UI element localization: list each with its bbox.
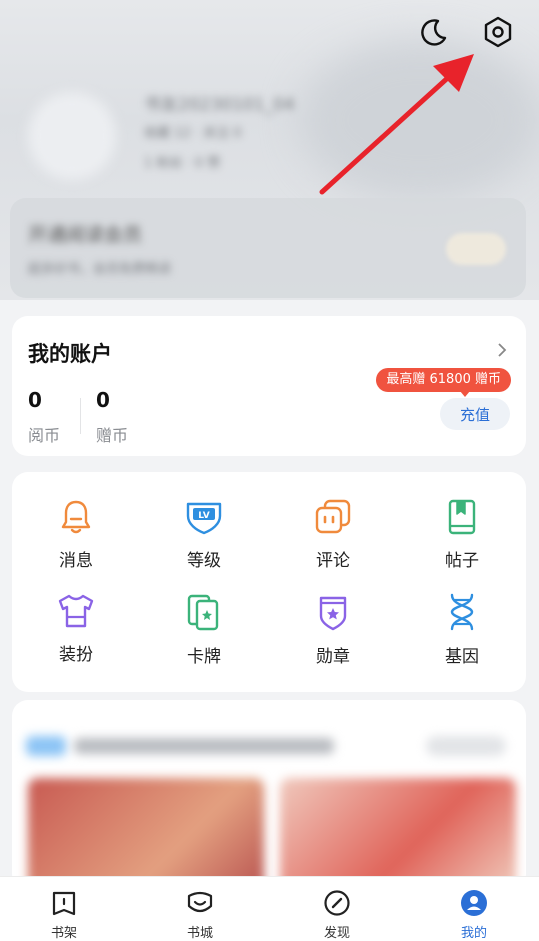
- user-info-blurred: 收藏 12 · 关注 0: [144, 126, 242, 141]
- card-icon: [184, 592, 224, 632]
- gift-coins-balance[interactable]: 0 赠币: [96, 388, 128, 446]
- moon-icon[interactable]: [414, 12, 454, 52]
- grid-label: 勋章: [316, 647, 350, 667]
- post-book-icon: [442, 498, 482, 536]
- feature-grid: 消息 LV 等级 评论 帖子 装扮 卡牌 勋章 基因: [12, 472, 526, 692]
- read-coins-label: 阅币: [28, 426, 61, 445]
- gift-coins-label: 赠币: [96, 426, 129, 445]
- bookstore-icon: [184, 887, 216, 919]
- blurred-tag: [26, 736, 66, 756]
- grid-item-messages[interactable]: 消息: [12, 472, 140, 571]
- blurred-banner-right[interactable]: [280, 778, 516, 890]
- recommendation-section-blurred: [12, 700, 526, 890]
- promo-badge-tail: [460, 391, 470, 397]
- level-shield-icon: LV: [184, 498, 224, 536]
- avatar[interactable]: [28, 92, 116, 180]
- header-background-blur: [300, 40, 539, 200]
- grid-label: 基因: [445, 647, 479, 667]
- profile-icon: [458, 887, 490, 919]
- balance-divider: [80, 398, 81, 434]
- grid-label: 消息: [59, 551, 93, 571]
- grid-label: 等级: [187, 551, 221, 571]
- comment-icon: [313, 498, 353, 536]
- grid-label: 装扮: [59, 645, 93, 665]
- svg-text:LV: LV: [198, 511, 209, 521]
- read-coins-balance[interactable]: 0 阅币: [28, 388, 60, 446]
- settings-hexagon-icon[interactable]: [478, 12, 518, 52]
- tab-label: 发现: [323, 926, 350, 941]
- grid-item-cards[interactable]: 卡牌: [140, 572, 268, 667]
- grid-label: 评论: [316, 551, 350, 571]
- grid-item-genes[interactable]: 基因: [398, 572, 526, 667]
- grid-label: 帖子: [445, 551, 479, 571]
- bell-icon: [56, 498, 96, 536]
- promo-badge: 最高赠 61800 赠币: [376, 368, 511, 392]
- gift-coins-value: 0: [96, 388, 110, 412]
- user-stats-blurred: 1 粉丝 · 0 赞: [144, 156, 221, 171]
- tab-mine[interactable]: 我的: [434, 877, 514, 941]
- vip-membership-card[interactable]: 开通阅读会员 超多好书，会员免费畅读: [10, 198, 526, 298]
- blurred-text-line: [74, 738, 334, 754]
- read-coins-value: 0: [28, 388, 42, 412]
- grid-label: 卡牌: [187, 647, 221, 667]
- grid-item-comments[interactable]: 评论: [269, 472, 397, 571]
- tab-label: 书架: [50, 926, 77, 941]
- grid-item-outfits[interactable]: 装扮: [12, 572, 140, 665]
- dna-icon: [442, 592, 482, 632]
- recharge-button[interactable]: 充值: [440, 398, 510, 430]
- vip-title-blurred: 开通阅读会员: [28, 224, 143, 246]
- bottom-tab-bar: 书架 书城 发现 我的: [0, 876, 539, 941]
- vip-subtitle-blurred: 超多好书，会员免费畅读: [28, 262, 172, 277]
- account-card[interactable]: 我的账户 0 阅币 0 赠币 最高赠 61800 赠币 充值: [12, 316, 526, 456]
- compass-icon: [321, 887, 353, 919]
- vip-open-button[interactable]: [446, 233, 506, 265]
- grid-item-posts[interactable]: 帖子: [398, 472, 526, 571]
- grid-item-badges[interactable]: 勋章: [269, 572, 397, 667]
- tshirt-icon: [56, 592, 96, 630]
- tab-label: 书城: [186, 926, 213, 941]
- chevron-right-icon[interactable]: [496, 342, 508, 362]
- blurred-button: [426, 736, 506, 756]
- tab-discover[interactable]: 发现: [297, 877, 377, 941]
- tab-bookshelf[interactable]: 书架: [24, 877, 104, 941]
- account-title: 我的账户: [28, 342, 112, 366]
- medal-icon: [313, 592, 353, 632]
- grid-item-level[interactable]: LV 等级: [140, 472, 268, 571]
- bookshelf-icon: [48, 887, 80, 919]
- tab-bookstore[interactable]: 书城: [160, 877, 240, 941]
- profile-header: 书友20230101_04 收藏 12 · 关注 0 1 粉丝 · 0 赞 开通…: [0, 0, 539, 300]
- blurred-banner-left[interactable]: [28, 778, 264, 890]
- tab-label: 我的: [460, 926, 487, 941]
- username-blurred: 书友20230101_04: [144, 95, 295, 115]
